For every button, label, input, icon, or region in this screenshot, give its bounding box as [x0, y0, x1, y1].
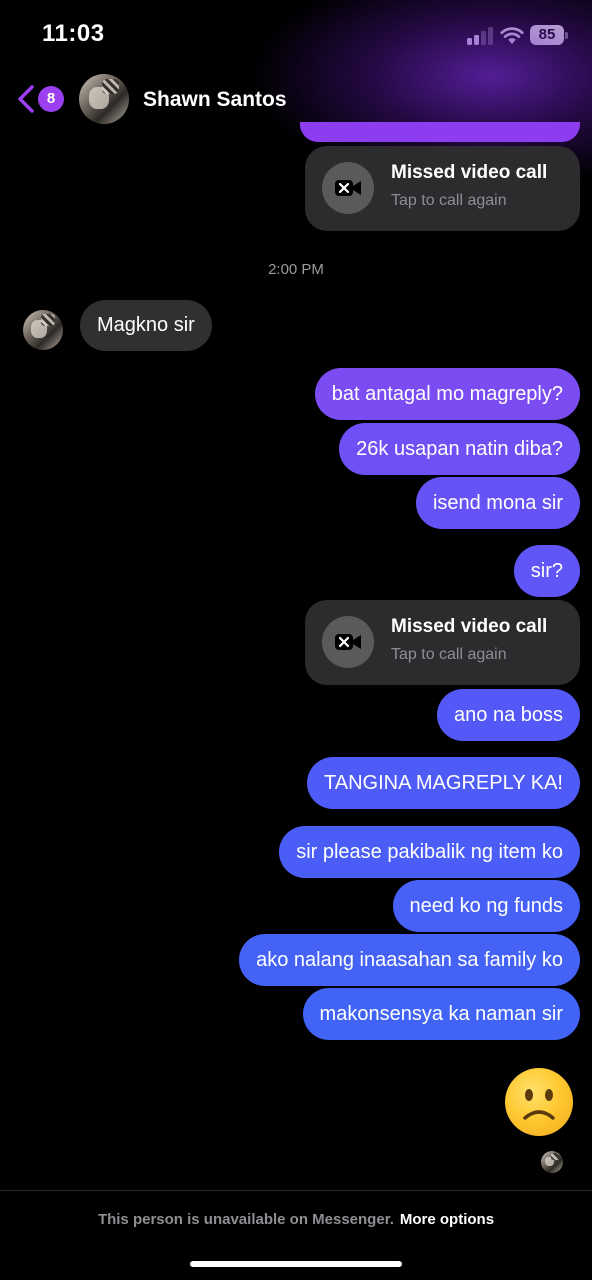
- unavailable-notice: This person is unavailable on Messenger.…: [0, 1211, 592, 1228]
- message-bubble-outgoing[interactable]: TANGINA MAGREPLY KA!: [307, 757, 580, 809]
- call-title: Missed video call: [391, 616, 548, 637]
- message-bubble-outgoing[interactable]: bat antagal mo magreply?: [314, 368, 580, 420]
- call-subtitle: Tap to call again: [391, 646, 507, 663]
- seen-receipt-avatar: [541, 1151, 563, 1173]
- unread-badge: 8: [38, 86, 64, 112]
- status-time: 11:03: [42, 20, 105, 47]
- frowning-face-emoji-icon[interactable]: [505, 1068, 573, 1136]
- missed-call-card[interactable]: Missed video call Tap to call again: [305, 600, 580, 685]
- message-bubble-outgoing[interactable]: sir please pakibalik ng item ko: [279, 826, 580, 878]
- message-bubble-outgoing[interactable]: makonsensya ka naman sir: [302, 988, 580, 1040]
- message-bubble-outgoing[interactable]: ano na boss: [437, 689, 580, 741]
- home-indicator[interactable]: [190, 1261, 402, 1267]
- video-call-missed-icon: [322, 162, 374, 214]
- message-bubble-incoming[interactable]: Magkno sir: [80, 300, 212, 351]
- message-bubble-outgoing[interactable]: need ko ng funds: [392, 880, 580, 932]
- more-options-link[interactable]: More options: [400, 1211, 494, 1228]
- contact-avatar[interactable]: [79, 74, 129, 124]
- message-bubble-outgoing[interactable]: sir?: [513, 545, 580, 597]
- message-bubble-partial[interactable]: [300, 122, 580, 142]
- call-subtitle: Tap to call again: [391, 192, 507, 209]
- footer-divider: [0, 1190, 592, 1191]
- unavailable-text: This person is unavailable on Messenger.: [97, 1211, 394, 1228]
- chevron-left-icon: [18, 85, 34, 113]
- video-call-missed-icon: [322, 616, 374, 668]
- message-bubble-outgoing[interactable]: ako nalang inaasahan sa family ko: [239, 934, 580, 986]
- back-button[interactable]: 8: [16, 82, 68, 118]
- call-title: Missed video call: [391, 162, 548, 183]
- missed-call-card[interactable]: Missed video call Tap to call again: [305, 146, 580, 231]
- message-bubble-outgoing[interactable]: isend mona sir: [415, 477, 580, 529]
- message-timestamp: 2:00 PM: [268, 261, 324, 278]
- message-bubble-outgoing[interactable]: 26k usapan natin diba?: [339, 423, 580, 475]
- contact-name[interactable]: Shawn Santos: [143, 88, 287, 112]
- sender-avatar[interactable]: [23, 310, 63, 350]
